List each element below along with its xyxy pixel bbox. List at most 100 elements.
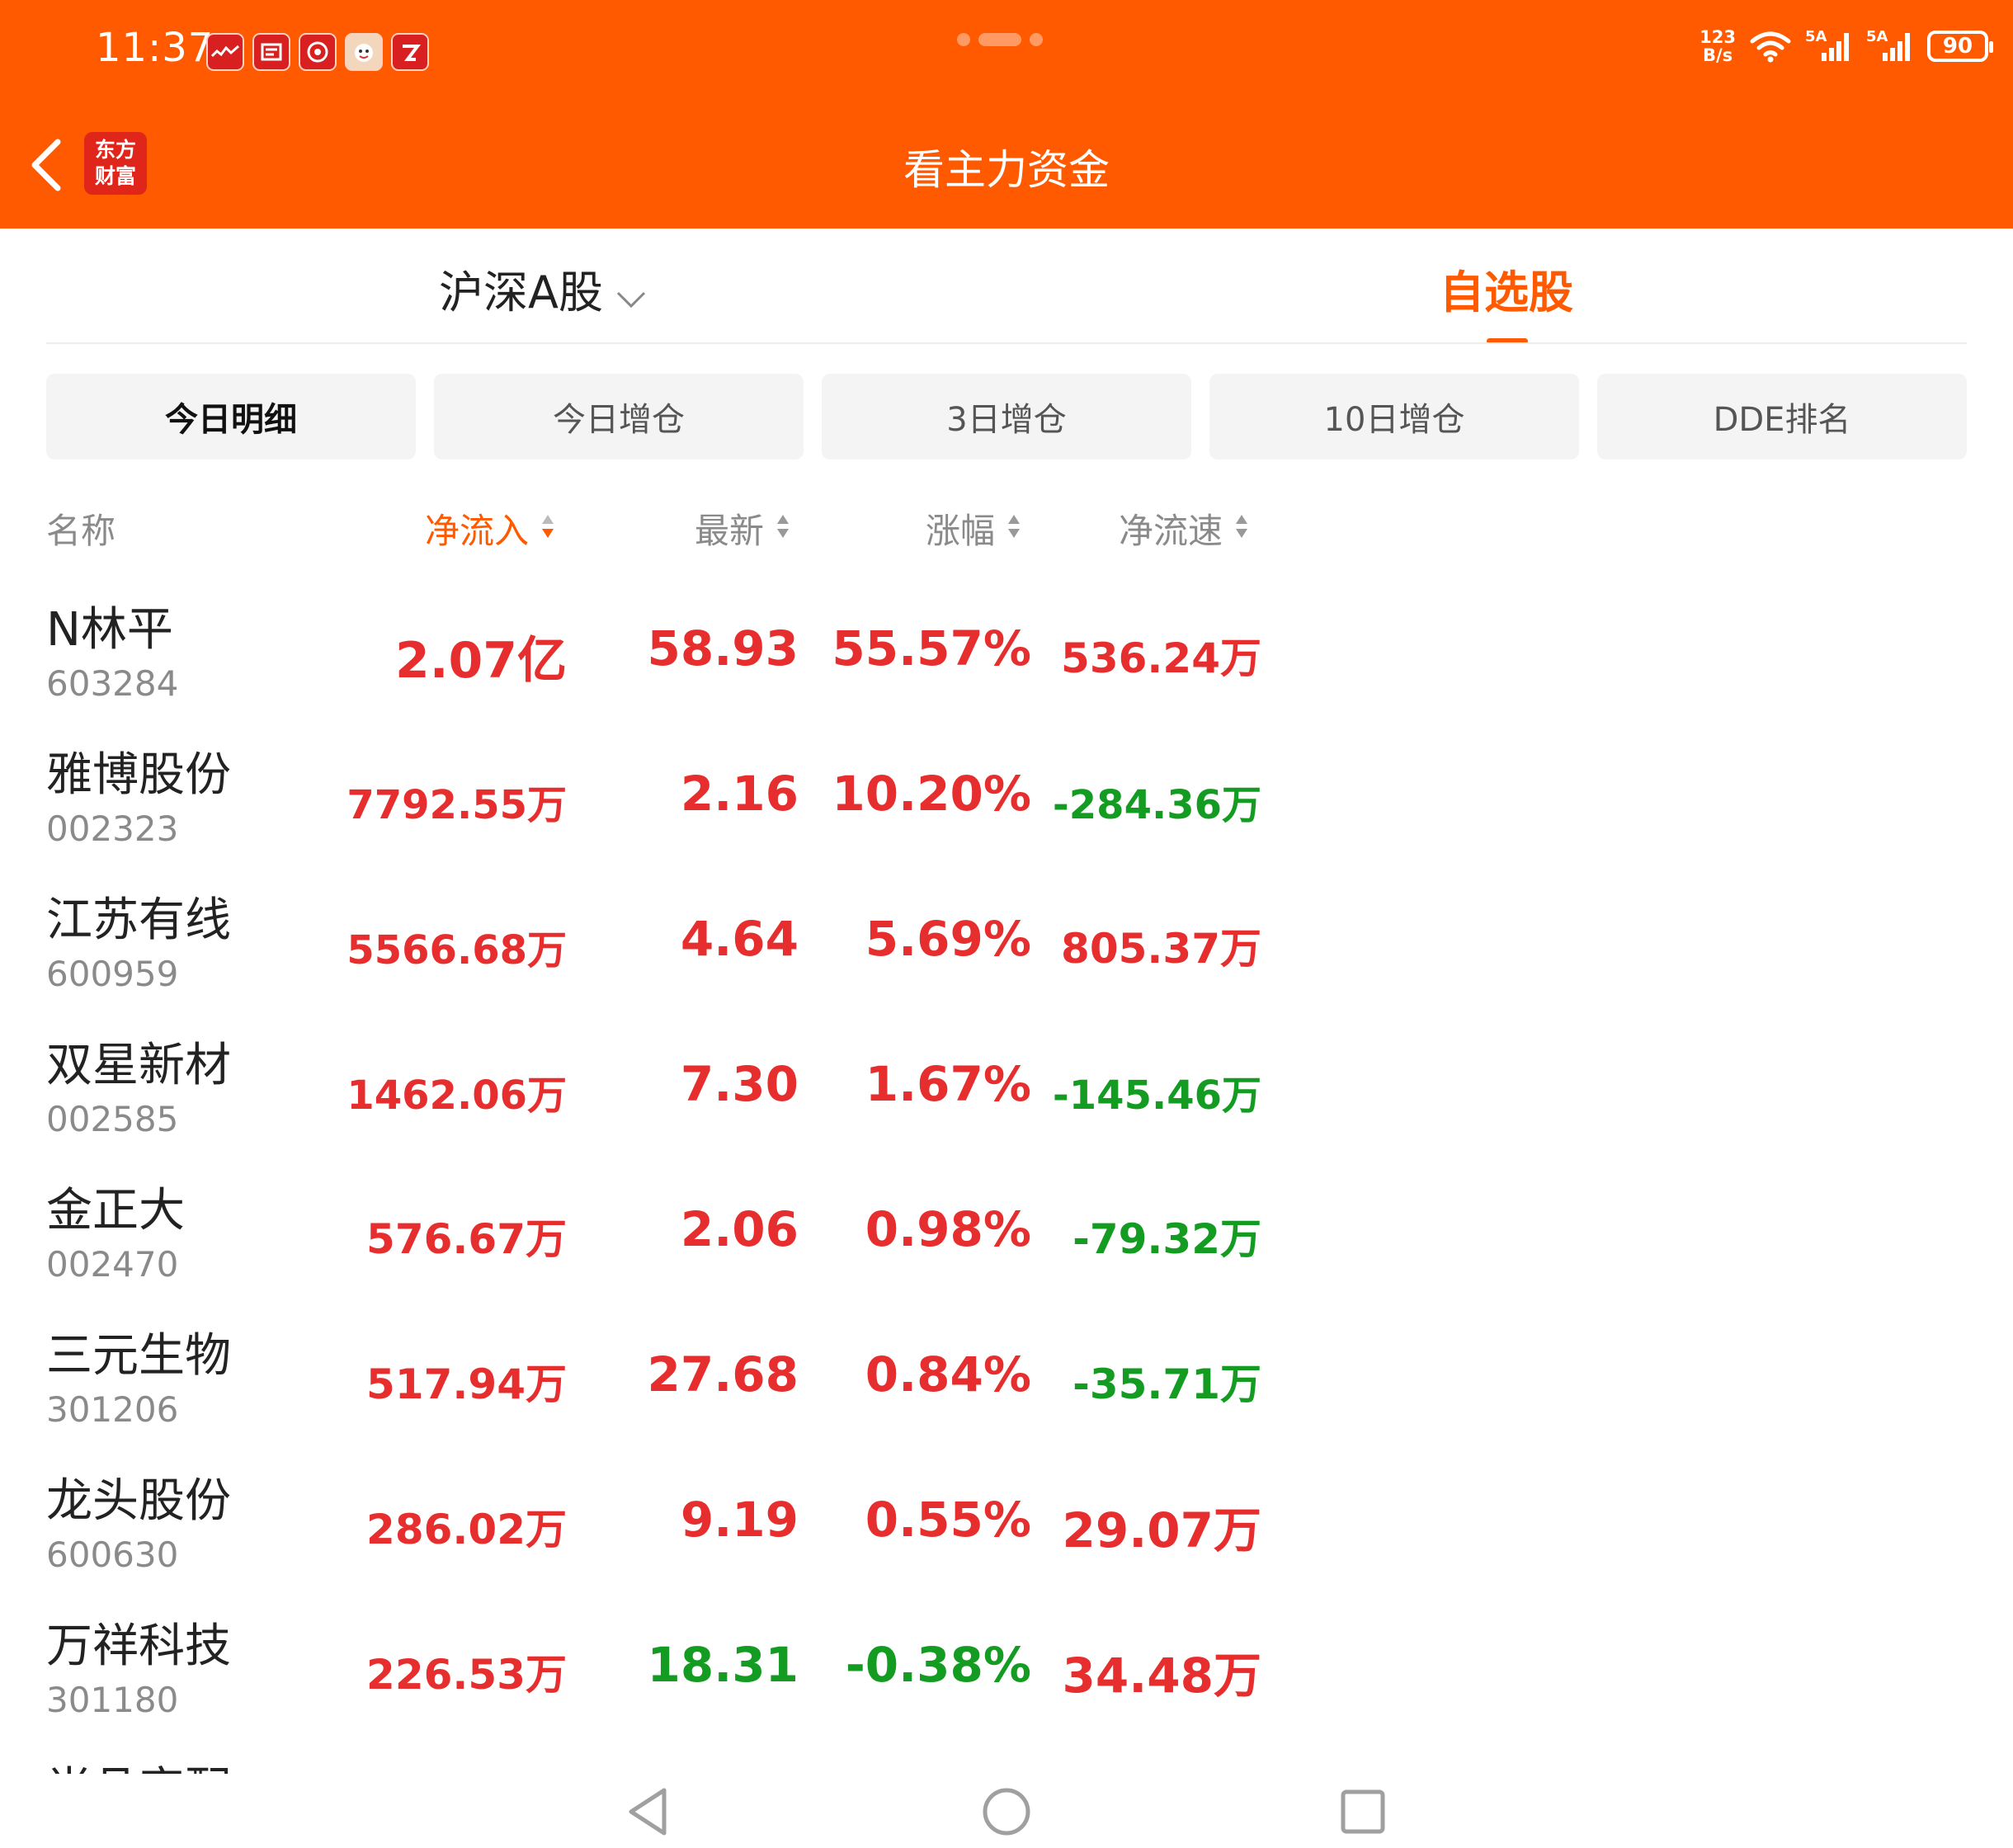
table-row[interactable]: 雅博股份 002323 7792.55万 2.16 10.20% -284.36… bbox=[0, 738, 2013, 883]
net-speed-value: 29.07万 bbox=[1062, 1502, 1261, 1558]
stock-name: 江苏有线 bbox=[46, 893, 231, 947]
subtab-today-increase[interactable]: 今日增仓 bbox=[434, 374, 804, 460]
latest-price-value: 7.30 bbox=[680, 1056, 799, 1112]
net-inflow-value: 5566.68万 bbox=[346, 927, 567, 974]
subtab-10day-increase[interactable]: 10日增仓 bbox=[1209, 374, 1579, 460]
multi-window-handle[interactable] bbox=[957, 33, 1043, 46]
subtab-today-detail[interactable]: 今日明细 bbox=[46, 374, 416, 460]
stock-code: 301180 bbox=[46, 1680, 179, 1720]
net-inflow-value: 517.94万 bbox=[366, 1360, 567, 1408]
change-value: 0.84% bbox=[865, 1346, 1031, 1402]
latest-price-value: 58.93 bbox=[647, 620, 799, 676]
change-value: 0.98% bbox=[865, 1201, 1031, 1257]
net-speed-value: 536.24万 bbox=[1061, 634, 1261, 682]
latest-price-value: 2.06 bbox=[680, 1201, 799, 1257]
latest-price-value: 9.19 bbox=[680, 1492, 799, 1548]
stock-app-notification-icon bbox=[206, 33, 244, 71]
sort-icon bbox=[540, 508, 555, 549]
subtab-bar: 今日明细 今日增仓 3日增仓 10日增仓 DDE排名 bbox=[46, 374, 1967, 460]
net-inflow-value: 226.53万 bbox=[366, 1651, 567, 1699]
stock-code: 002470 bbox=[46, 1244, 179, 1285]
table-row[interactable]: 双星新材 002585 1462.06万 7.30 1.67% -145.46万 bbox=[0, 1028, 2013, 1173]
column-header-latest[interactable]: 最新 bbox=[695, 503, 790, 554]
change-value: 10.20% bbox=[832, 766, 1031, 822]
status-time: 11:37 bbox=[96, 25, 214, 71]
stock-code: 002323 bbox=[46, 808, 179, 849]
net-speed-value: -79.32万 bbox=[1072, 1215, 1261, 1263]
notification-icons bbox=[206, 33, 429, 71]
net-speed-value: -35.71万 bbox=[1072, 1360, 1261, 1408]
table-row[interactable]: 江苏有线 600959 5566.68万 4.64 5.69% 805.37万 bbox=[0, 883, 2013, 1028]
change-value: 1.67% bbox=[865, 1056, 1031, 1112]
table-row-partial[interactable]: 尚品宅配 bbox=[46, 1749, 231, 1774]
sort-icon bbox=[1006, 508, 1021, 549]
table-row[interactable]: 金正大 002470 576.67万 2.06 0.98% -79.32万 bbox=[0, 1173, 2013, 1318]
pager-dot bbox=[1030, 33, 1043, 46]
chevron-down-icon bbox=[615, 270, 648, 322]
stock-name: 雅博股份 bbox=[46, 748, 231, 802]
mascot-notification-icon bbox=[345, 33, 383, 71]
battery-icon: 90 bbox=[1927, 31, 1993, 62]
table-row[interactable]: 龙头股份 600630 286.02万 9.19 0.55% 29.07万 bbox=[0, 1464, 2013, 1609]
change-value: 5.69% bbox=[865, 911, 1031, 967]
stock-name: 万祥科技 bbox=[46, 1619, 231, 1673]
signal-2-icon: 5A bbox=[1866, 28, 1914, 63]
subtab-3day-increase[interactable]: 3日增仓 bbox=[822, 374, 1191, 460]
stock-name: 金正大 bbox=[46, 1184, 185, 1238]
app-header: 11:37 123 B/s 5A 5A 90 东方 财富 看主力资金 bbox=[0, 0, 2013, 229]
column-header-net-speed[interactable]: 净流速 bbox=[1119, 503, 1249, 554]
system-status: 123 B/s 5A 5A 90 bbox=[1700, 27, 1993, 65]
nav-recents-button[interactable] bbox=[1336, 1785, 1389, 1838]
column-header-net-inflow[interactable]: 净流入 bbox=[425, 503, 555, 554]
square-recents-icon bbox=[1341, 1789, 1385, 1834]
stock-name: 龙头股份 bbox=[46, 1474, 231, 1528]
stock-name: 尚品宅配 bbox=[46, 1763, 231, 1774]
signal-1-icon: 5A bbox=[1805, 28, 1853, 63]
nav-home-button[interactable] bbox=[980, 1785, 1033, 1838]
table-row[interactable]: 三元生物 301206 517.94万 27.68 0.84% -35.71万 bbox=[0, 1318, 2013, 1464]
net-inflow-value: 286.02万 bbox=[366, 1506, 567, 1553]
latest-price-value: 18.31 bbox=[647, 1637, 799, 1693]
tab-watchlist[interactable]: 自选股 bbox=[1440, 256, 1573, 321]
latest-price-value: 27.68 bbox=[647, 1346, 799, 1402]
divider bbox=[46, 342, 1967, 344]
column-header-change[interactable]: 涨幅 bbox=[926, 503, 1021, 554]
triangle-back-icon bbox=[629, 1788, 667, 1836]
net-speed-value: 34.48万 bbox=[1062, 1648, 1261, 1704]
net-inflow-value: 7792.55万 bbox=[346, 782, 567, 828]
net-speed-value: 805.37万 bbox=[1061, 925, 1261, 973]
column-header-name: 名称 bbox=[46, 511, 116, 551]
stock-code: 600959 bbox=[46, 954, 179, 994]
net-inflow-value: 1462.06万 bbox=[346, 1072, 567, 1119]
news-notification-icon bbox=[252, 33, 290, 71]
tab-shenzhen-shanghai-a[interactable]: 沪深A股 bbox=[439, 256, 648, 322]
change-value: 0.55% bbox=[865, 1492, 1031, 1548]
system-navigation-bar bbox=[0, 1774, 2013, 1848]
page-title: 看主力资金 bbox=[903, 146, 1110, 194]
net-speed-value: -284.36万 bbox=[1052, 782, 1261, 828]
stock-name: 双星新材 bbox=[46, 1039, 231, 1092]
table-row[interactable]: N林平 603284 2.07亿 58.93 55.57% 536.24万 bbox=[0, 592, 2013, 738]
change-value: 55.57% bbox=[832, 620, 1031, 676]
pager-dot-active bbox=[978, 33, 1021, 46]
wifi-icon bbox=[1750, 31, 1791, 63]
net-inflow-value: 2.07亿 bbox=[394, 632, 567, 690]
sort-icon bbox=[776, 508, 790, 549]
finance-app-notification-icon bbox=[391, 33, 429, 71]
stock-code: 600630 bbox=[46, 1534, 179, 1575]
change-value: -0.38% bbox=[845, 1637, 1031, 1693]
music-notification-icon bbox=[299, 33, 337, 71]
stock-name: 三元生物 bbox=[46, 1329, 231, 1383]
stock-name: N林平 bbox=[46, 603, 173, 657]
net-inflow-value: 576.67万 bbox=[366, 1215, 567, 1263]
stock-code: 002585 bbox=[46, 1099, 179, 1139]
pager-dot bbox=[957, 33, 970, 46]
nav-back-button[interactable] bbox=[623, 1785, 676, 1838]
sort-icon bbox=[1234, 508, 1249, 549]
net-speed-value: -145.46万 bbox=[1052, 1072, 1261, 1119]
table-row[interactable]: 万祥科技 301180 226.53万 18.31 -0.38% 34.48万 bbox=[0, 1609, 2013, 1754]
subtab-dde-ranking[interactable]: DDE排名 bbox=[1597, 374, 1967, 460]
net-speed: 123 B/s bbox=[1700, 27, 1736, 65]
latest-price-value: 4.64 bbox=[680, 911, 799, 967]
stock-code: 603284 bbox=[46, 663, 179, 704]
